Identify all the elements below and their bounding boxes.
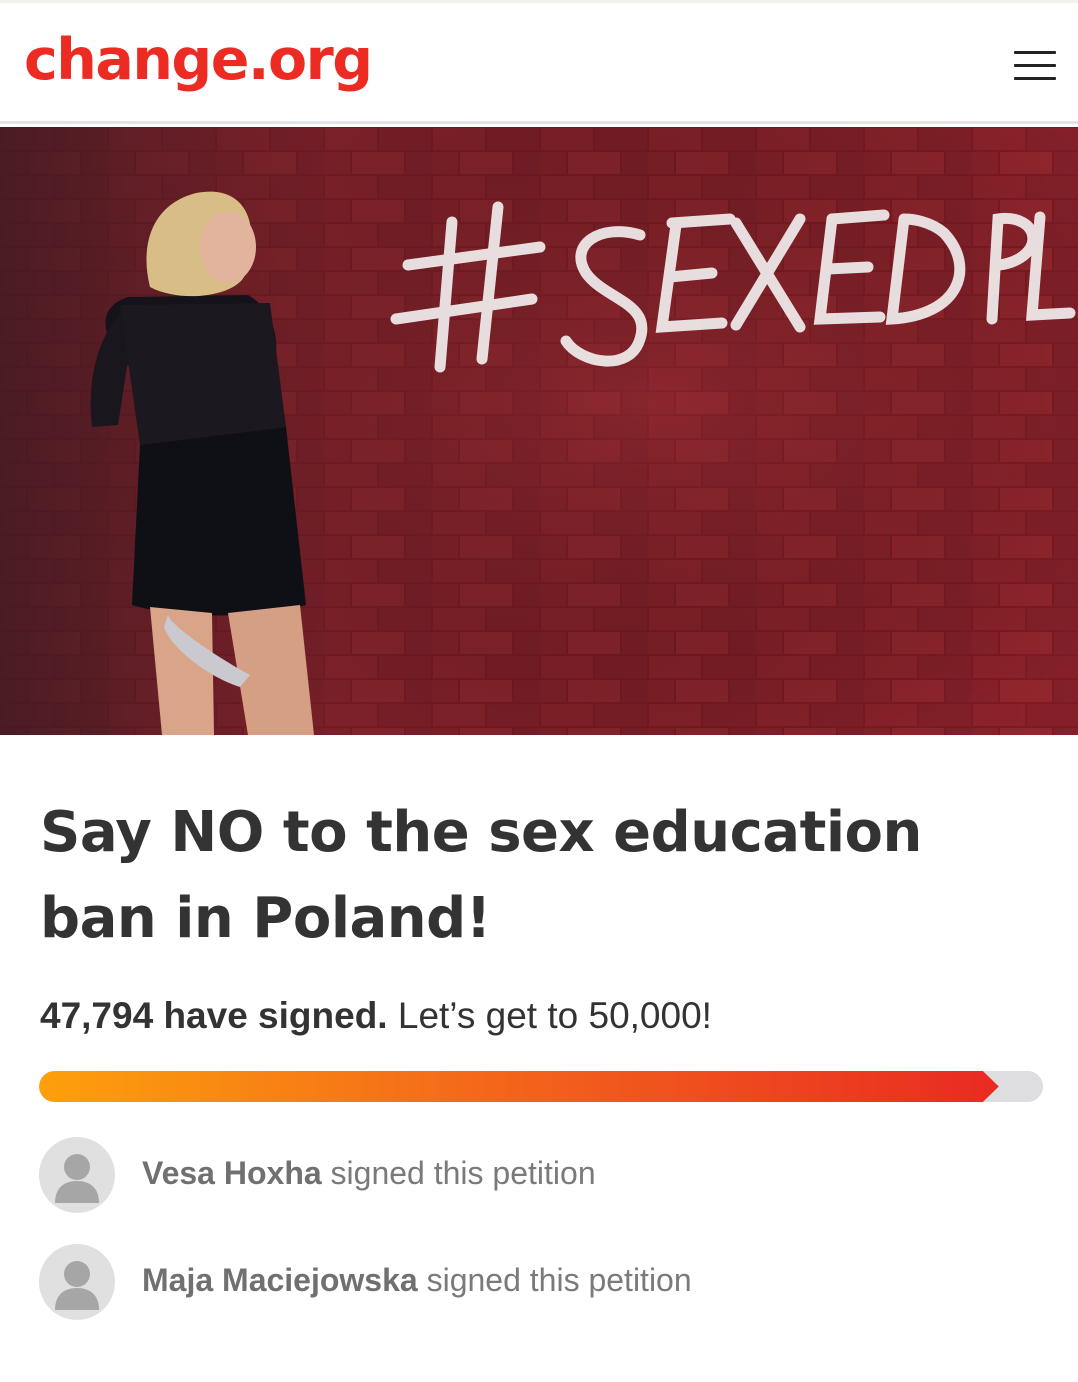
- recent-signer: Vesa Hoxha signed this petition: [39, 1137, 1039, 1213]
- recent-signer: Maja Maciejowska signed this petition: [39, 1244, 1039, 1320]
- signature-goal: Let’s get to 50,000!: [397, 995, 712, 1036]
- user-avatar-icon: [39, 1137, 115, 1213]
- signature-count: 47,794 have signed.: [40, 995, 388, 1036]
- signature-progress-bar: [39, 1071, 1043, 1102]
- signer-action: signed this petition: [330, 1155, 596, 1191]
- petition-hero-image: [0, 127, 1078, 735]
- site-header: change.org: [0, 3, 1078, 124]
- signer-action: signed this petition: [426, 1262, 692, 1298]
- signature-status: 47,794 have signed. Let’s get to 50,000!: [40, 988, 712, 1044]
- user-avatar-icon: [39, 1244, 115, 1320]
- signer-name[interactable]: Vesa Hoxha: [142, 1155, 322, 1191]
- signer-name[interactable]: Maja Maciejowska: [142, 1262, 418, 1298]
- progress-bar-fill: [39, 1071, 999, 1102]
- hamburger-menu-icon[interactable]: [1008, 43, 1060, 87]
- change-org-logo[interactable]: change.org: [24, 25, 373, 95]
- petition-title: Say NO to the sex education ban in Polan…: [40, 800, 922, 951]
